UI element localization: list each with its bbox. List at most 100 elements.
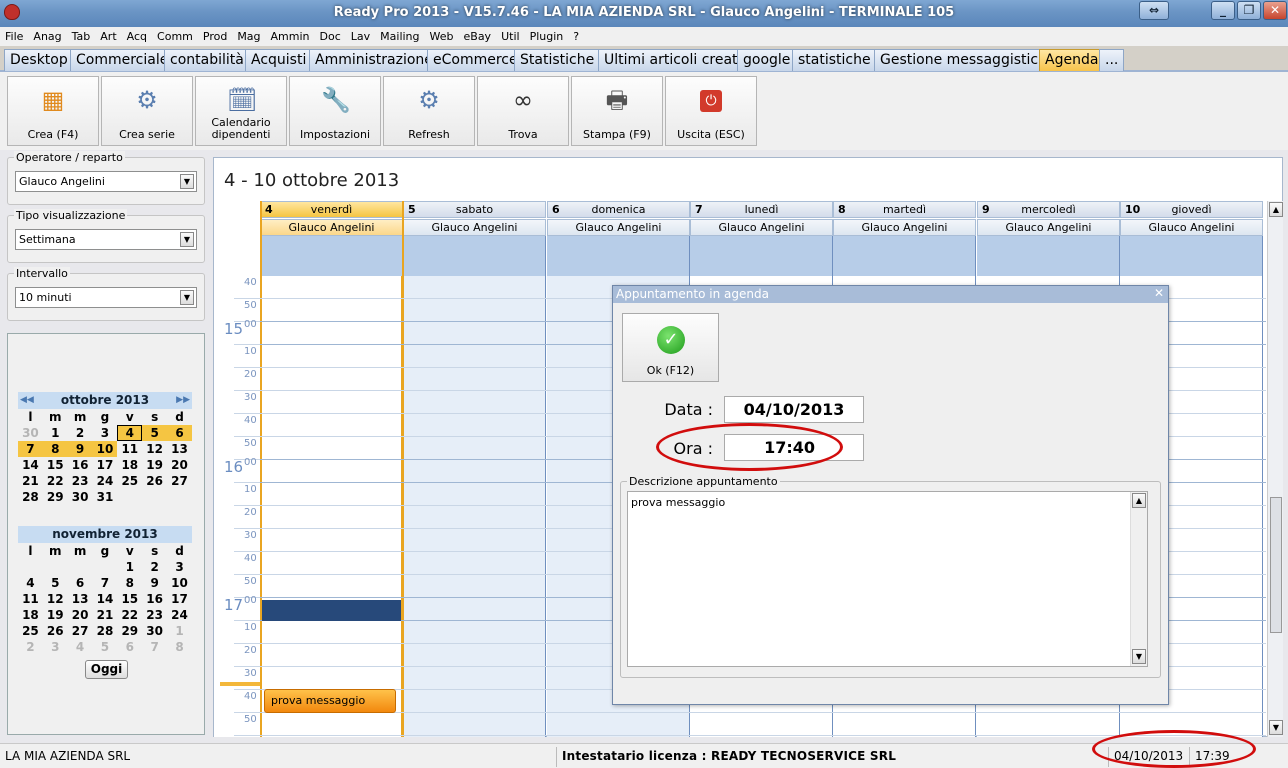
calendar-day[interactable]: 8: [42, 441, 68, 457]
menu-item-prod[interactable]: Prod: [203, 27, 227, 46]
calendar-day[interactable]: 7: [142, 639, 167, 655]
all-day-area[interactable]: [260, 236, 403, 276]
calendar-day[interactable]: 4: [117, 425, 143, 441]
calendar-day[interactable]: 11: [18, 591, 43, 607]
calendar-day[interactable]: 6: [167, 425, 192, 441]
calendar-day[interactable]: 17: [93, 457, 118, 473]
calendar-day[interactable]: 1: [117, 559, 142, 575]
description-textarea[interactable]: prova messaggio ▲ ▼: [627, 491, 1148, 667]
calendar-day[interactable]: 26: [43, 623, 68, 639]
crea-button[interactable]: ▦ Crea (F4): [7, 76, 99, 146]
calendar-day[interactable]: 1: [167, 623, 192, 639]
calendar-day[interactable]: 8: [167, 639, 192, 655]
stampa-button[interactable]: 🖶 Stampa (F9): [571, 76, 663, 146]
tipo-select[interactable]: Settimana ▼: [15, 229, 197, 250]
all-day-area[interactable]: [833, 236, 976, 276]
calendar-day[interactable]: 25: [18, 623, 43, 639]
calendar-day[interactable]: 2: [18, 639, 43, 655]
menu-item-doc[interactable]: Doc: [320, 27, 341, 46]
prev-month-icon[interactable]: ◀◀: [20, 392, 34, 409]
calendar-day[interactable]: 23: [68, 473, 93, 489]
calendar-day[interactable]: 30: [142, 623, 167, 639]
appointment-event[interactable]: prova messaggio: [264, 689, 396, 713]
crea-button[interactable]: ⚙ Crea serie: [101, 76, 193, 146]
close-button[interactable]: ✕: [1263, 1, 1287, 20]
tab-commerciale[interactable]: Commerciale: [70, 49, 175, 71]
maximize-button[interactable]: ❐: [1237, 1, 1261, 20]
tab-contabilit[interactable]: contabilità: [164, 49, 250, 71]
calendar-day[interactable]: 8: [117, 575, 142, 591]
menu-item-anag[interactable]: Anag: [33, 27, 61, 46]
calendar-day[interactable]: 11: [117, 441, 142, 457]
scroll-up-icon[interactable]: ▲: [1132, 493, 1146, 508]
day-header[interactable]: 10 giovedì: [1120, 201, 1263, 218]
calendar-day[interactable]: 5: [93, 639, 118, 655]
tab-ultimi-articoli-creati[interactable]: Ultimi articoli creati: [598, 49, 748, 71]
calendar-day[interactable]: 10: [92, 441, 118, 457]
calendar-day[interactable]: 3: [43, 639, 68, 655]
tab-more[interactable]: ...: [1099, 49, 1125, 71]
calendar-day[interactable]: 12: [43, 591, 68, 607]
all-day-area[interactable]: [547, 236, 690, 276]
tab-agenda[interactable]: Agenda: [1039, 49, 1105, 71]
menu-item-file[interactable]: File: [5, 27, 23, 46]
calendario-button[interactable]: 🗓 Calendario dipendenti: [195, 76, 287, 146]
calendar-day[interactable]: 13: [167, 441, 192, 457]
menu-item-mailing[interactable]: Mailing: [380, 27, 419, 46]
impostazioni-button[interactable]: 🔧 Impostazioni: [289, 76, 381, 146]
calendar-day[interactable]: 14: [18, 457, 43, 473]
calendar-day[interactable]: 27: [68, 623, 93, 639]
menu-item-util[interactable]: Util: [501, 27, 519, 46]
calendar-day[interactable]: 17: [167, 591, 192, 607]
menu-item-art[interactable]: Art: [100, 27, 116, 46]
calendar-day[interactable]: 20: [68, 607, 93, 623]
calendar-day[interactable]: 20: [167, 457, 192, 473]
calendar-day[interactable]: 12: [142, 441, 167, 457]
chevron-down-icon[interactable]: ▼: [180, 174, 194, 189]
next-month-icon[interactable]: ▶▶: [176, 392, 190, 409]
calendar-day[interactable]: 4: [68, 639, 93, 655]
calendar-day[interactable]: 24: [167, 607, 192, 623]
menu-item-acq[interactable]: Acq: [127, 27, 147, 46]
tab-statistiche[interactable]: Statistiche: [514, 49, 601, 71]
calendar-day[interactable]: 13: [68, 591, 93, 607]
day-column[interactable]: [403, 276, 546, 737]
all-day-area[interactable]: [1120, 236, 1263, 276]
tab-ecommerce[interactable]: eCommerce: [427, 49, 524, 71]
day-column[interactable]: [260, 276, 403, 737]
calendar-day[interactable]: 5: [142, 425, 168, 441]
scroll-down-icon[interactable]: ▼: [1132, 649, 1146, 664]
calendar-day[interactable]: 7: [18, 441, 43, 457]
calendar-day[interactable]: 18: [117, 457, 142, 473]
selected-time-slot[interactable]: [262, 600, 401, 621]
calendar-day[interactable]: 6: [68, 575, 93, 591]
menu-item-lav[interactable]: Lav: [351, 27, 370, 46]
intervallo-select[interactable]: 10 minuti ▼: [15, 287, 197, 308]
calendar-day[interactable]: 23: [142, 607, 167, 623]
description-scrollbar[interactable]: ▲ ▼: [1130, 492, 1147, 666]
calendar-day[interactable]: 6: [117, 639, 142, 655]
calendar-day[interactable]: 2: [68, 425, 93, 441]
oggi-button[interactable]: Oggi: [85, 660, 128, 679]
calendar-day[interactable]: 28: [93, 623, 118, 639]
calendar-day[interactable]: 16: [142, 591, 167, 607]
scroll-down-icon[interactable]: ▼: [1269, 720, 1283, 735]
scroll-thumb[interactable]: [1270, 497, 1282, 633]
tab-acquisti[interactable]: Acquisti: [245, 49, 313, 71]
calendar-day[interactable]: 15: [117, 591, 142, 607]
calendar-day[interactable]: 9: [142, 575, 167, 591]
menu-item-ammin[interactable]: Ammin: [271, 27, 310, 46]
tab-gestione-messaggistica[interactable]: Gestione messaggistica: [874, 49, 1053, 71]
day-header[interactable]: 6 domenica: [547, 201, 690, 218]
chevron-down-icon[interactable]: ▼: [180, 232, 194, 247]
calendar-day[interactable]: 21: [93, 607, 118, 623]
calendar-day[interactable]: 10: [167, 575, 192, 591]
day-header[interactable]: 7 lunedì: [690, 201, 833, 218]
calendar-day[interactable]: 7: [93, 575, 118, 591]
calendar-day[interactable]: 1: [43, 425, 68, 441]
operatore-select[interactable]: Glauco Angelini ▼: [15, 171, 197, 192]
calendar-day[interactable]: 21: [18, 473, 43, 489]
calendar-day[interactable]: 15: [43, 457, 68, 473]
close-icon[interactable]: ✕: [1154, 286, 1164, 300]
calendar-day[interactable]: 26: [142, 473, 167, 489]
